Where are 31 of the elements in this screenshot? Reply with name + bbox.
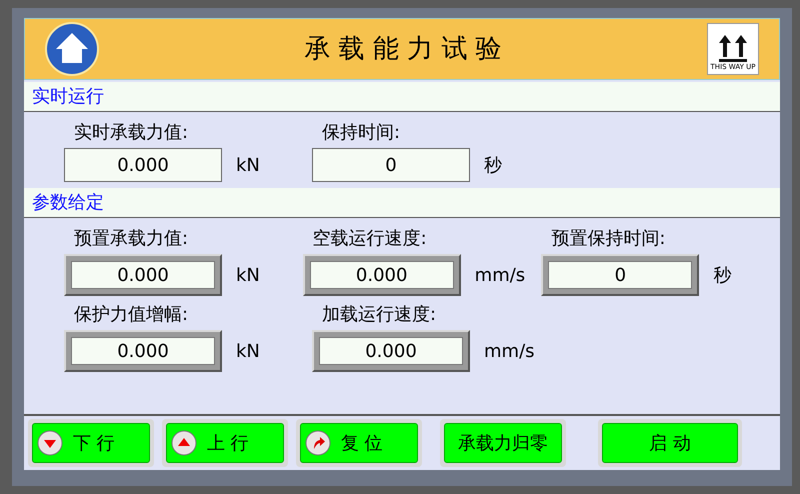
action-button[interactable]: 下 行	[32, 423, 150, 463]
field-label: 保持时间:	[321, 122, 402, 144]
up-arrows-icon	[716, 33, 749, 63]
action-button[interactable]: 上 行	[166, 423, 284, 463]
field-label: 空载运行速度:	[312, 228, 428, 250]
input-field[interactable]: 0.000	[312, 330, 470, 372]
value-display: 0	[312, 148, 470, 182]
field-label: 加载运行速度:	[321, 304, 438, 326]
unit-label: 秒	[484, 154, 502, 178]
window-title: 承 载 能 力 试 验	[304, 32, 502, 66]
home-icon[interactable]	[45, 22, 99, 76]
section-header: 实时运行	[24, 82, 780, 112]
field-label: 保护力值增幅:	[73, 304, 190, 326]
value-display: 0.000	[64, 148, 222, 182]
unit-label: kN	[236, 340, 260, 364]
unit-label: 秒	[713, 264, 732, 288]
input-field[interactable]: 0	[541, 254, 700, 296]
input-field[interactable]: 0.000	[64, 330, 222, 372]
action-button[interactable]: 复 位	[300, 423, 418, 463]
input-field[interactable]: 0.000	[302, 254, 461, 296]
input-field[interactable]: 0.000	[64, 254, 222, 296]
unit-label: kN	[236, 154, 260, 178]
section-header: 参数给定	[24, 188, 780, 218]
field-label: 预置承载力值:	[73, 228, 190, 250]
unit-label: mm/s	[474, 264, 526, 288]
action-button[interactable]: 承载力归零	[444, 423, 562, 463]
field-label: 预置保持时间:	[550, 228, 666, 250]
unit-label: kN	[236, 264, 260, 288]
field-label: 实时承载力值:	[73, 122, 190, 144]
action-button[interactable]: 启 动	[602, 423, 738, 463]
unit-label: mm/s	[484, 340, 535, 364]
